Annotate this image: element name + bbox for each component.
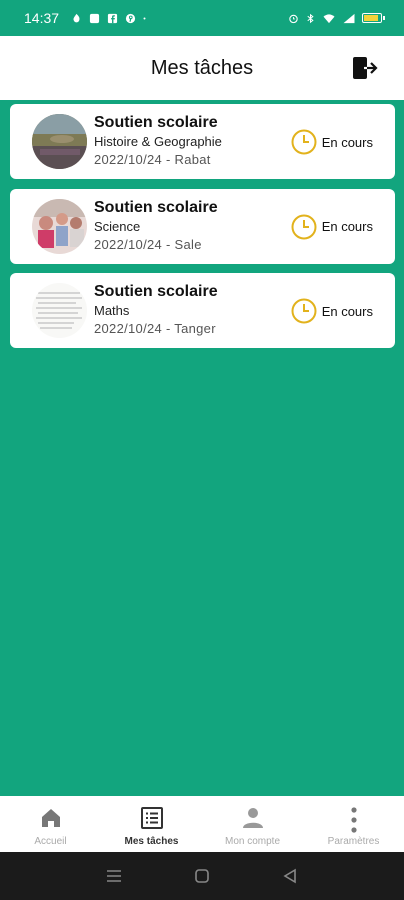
task-subject: Histoire & Geographie (94, 134, 222, 149)
nav-item-mon-compte[interactable]: Mon compte (202, 796, 303, 852)
task-subject: Science (94, 218, 141, 234)
nav-label: Mes tâches (124, 835, 179, 847)
square-app-icon (89, 13, 100, 23)
task-title: Soutien scolaire (94, 114, 218, 131)
home-icon (41, 808, 60, 827)
wifi-icon (323, 13, 335, 23)
nav-item-accueil[interactable]: Accueil (0, 796, 101, 852)
task-card[interactable]: Soutien scolaire Science 2022/10/24 - Sa… (10, 188, 395, 264)
task-title: Soutien scolaire (94, 198, 218, 216)
status-label: En cours (321, 303, 373, 319)
more-vertical-icon (350, 806, 357, 833)
clock-icon (291, 214, 317, 239)
app-header: Mes tâches (0, 36, 404, 100)
battery-icon (362, 13, 385, 23)
back-icon[interactable] (281, 867, 299, 885)
alarm-icon (289, 14, 298, 23)
pinterest-icon (125, 13, 136, 23)
task-info: Soutien scolaire Science 2022/10/24 - Sa… (94, 198, 218, 254)
bluetooth-icon (307, 13, 314, 23)
clock-icon (291, 129, 317, 155)
system-status-icons (288, 13, 385, 24)
task-thumbnail (32, 198, 87, 254)
task-subject: Maths (94, 303, 130, 318)
logout-icon[interactable] (352, 56, 378, 80)
nav-label: Mon compte (224, 835, 281, 847)
signal-icon (343, 13, 355, 23)
status-label: En cours (321, 219, 373, 234)
nav-item-mes-taches[interactable]: Mes tâches (101, 796, 202, 852)
bottom-navigation: Accueil Mes tâches Mon compte Paramètres (0, 796, 404, 852)
task-thumbnail (32, 283, 87, 338)
task-info: Soutien scolaire Maths 2022/10/24 - Tang… (94, 282, 218, 338)
system-navigation-bar (0, 852, 404, 900)
task-list: Soutien scolaire Histoire & Geographie 2… (10, 104, 395, 358)
facebook-icon (107, 13, 118, 23)
task-thumbnail (32, 114, 87, 169)
task-card[interactable]: Soutien scolaire Histoire & Geographie 2… (10, 104, 395, 179)
nav-label: Accueil (34, 835, 67, 847)
task-date-location: 2022/10/24 - Tanger (94, 321, 216, 336)
clock-icon (291, 298, 317, 324)
task-status: En cours (290, 297, 373, 325)
task-date-location: 2022/10/24 - Sale (94, 236, 202, 252)
task-list-icon (140, 806, 163, 829)
person-icon (242, 807, 263, 828)
nav-item-parametres[interactable]: Paramètres (303, 796, 404, 852)
task-status: En cours (290, 128, 373, 156)
recent-apps-icon[interactable] (105, 867, 123, 885)
home-button-icon[interactable] (193, 867, 211, 885)
status-time: 14:37 (24, 10, 60, 26)
task-card[interactable]: Soutien scolaire Maths 2022/10/24 - Tang… (10, 273, 395, 348)
page-title: Mes tâches (150, 56, 254, 79)
task-info: Soutien scolaire Histoire & Geographie 2… (94, 113, 222, 169)
task-date-location: 2022/10/24 - Rabat (94, 152, 211, 167)
status-label: En cours (321, 134, 373, 150)
nav-label: Paramètres (327, 835, 380, 847)
tinder-icon (73, 13, 80, 22)
task-title: Soutien scolaire (94, 283, 218, 300)
notification-icons (71, 13, 149, 24)
status-bar: 14:37 (0, 0, 404, 36)
task-status: En cours (290, 213, 373, 241)
dot-icon (143, 17, 146, 19)
